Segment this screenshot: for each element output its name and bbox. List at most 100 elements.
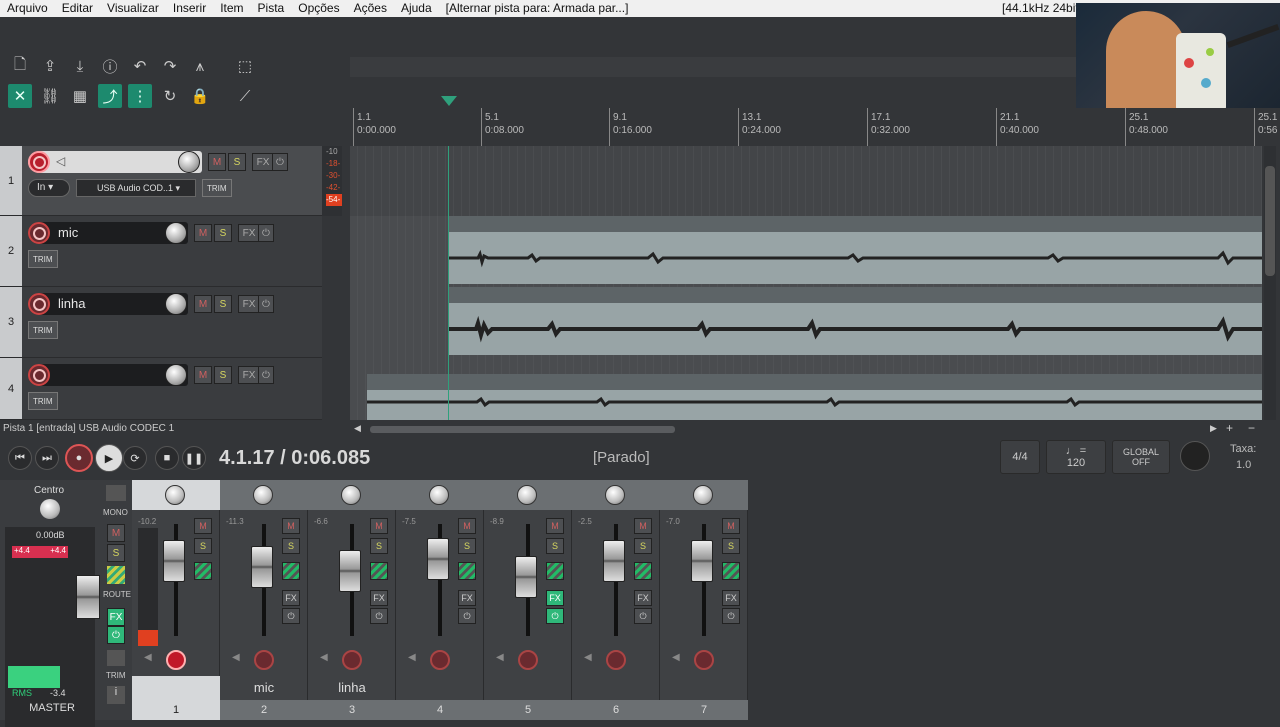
record-arm-button[interactable] — [254, 650, 274, 670]
volume-fader[interactable] — [339, 550, 361, 592]
record-arm-button[interactable] — [28, 222, 50, 244]
strip-name[interactable] — [132, 676, 220, 700]
rate-knob[interactable] — [1180, 441, 1210, 471]
redo-icon[interactable]: ↷ — [158, 54, 182, 78]
menu-item[interactable]: Item — [213, 0, 250, 17]
volume-fader[interactable] — [251, 546, 273, 588]
record-arm-button[interactable] — [518, 650, 538, 670]
go-to-start-button[interactable]: ⏮ — [8, 446, 32, 470]
pan-knob[interactable] — [517, 485, 537, 505]
crossfade-icon[interactable]: ⟋ — [233, 84, 257, 108]
go-to-end-button[interactable]: ⏭ — [35, 446, 59, 470]
track-header-1[interactable]: 1 ◁ M S FX ⏻ In ▾ USB Audio COD..1 ▾ TRI… — [0, 146, 322, 216]
master-solo-button[interactable]: S — [107, 544, 125, 562]
strip-name[interactable]: linha — [308, 676, 396, 700]
speaker-icon[interactable]: ◀ — [584, 652, 596, 666]
time-selection-strip[interactable] — [350, 57, 1076, 77]
fx-button[interactable]: FX — [546, 590, 564, 606]
solo-button[interactable]: S — [194, 538, 212, 554]
fx-bypass-button[interactable]: ⏻ — [272, 153, 288, 171]
rate-value[interactable]: 1.0 — [1236, 459, 1251, 471]
volume-knob[interactable] — [165, 364, 187, 386]
fx-button[interactable]: FX — [252, 153, 274, 171]
track-name-field[interactable]: linha — [28, 293, 188, 315]
loop-icon[interactable]: ↻ — [158, 84, 182, 108]
menu-action-hint[interactable]: [Alternar pista para: Armada par...] — [439, 0, 636, 17]
strip-name[interactable] — [572, 676, 660, 700]
master-envelope-icon[interactable] — [107, 650, 125, 666]
mixer-strip-4[interactable]: -7.5 M S FX ⏻ ◀ 4 — [396, 480, 484, 720]
master-pan-knob[interactable] — [40, 499, 60, 519]
trim-button[interactable]: TRIM — [202, 179, 232, 197]
save-project-icon[interactable]: ⤓ — [68, 54, 92, 78]
pan-knob[interactable] — [693, 485, 713, 505]
mute-item-icon[interactable]: M — [386, 376, 398, 388]
input-device-selector[interactable]: USB Audio COD..1 ▾ — [76, 179, 196, 197]
phase-icon[interactable] — [370, 562, 388, 580]
record-arm-button[interactable] — [28, 151, 50, 173]
new-project-icon[interactable]: 🗋 — [8, 54, 32, 78]
trim-button[interactable]: TRIM — [28, 321, 58, 339]
menu-arquivo[interactable]: Arquivo — [0, 0, 55, 17]
mute-button[interactable]: M — [194, 366, 212, 384]
fx-item-icon[interactable]: FX — [482, 218, 494, 230]
lock-icon[interactable]: 🔒 — [188, 84, 212, 108]
phase-icon[interactable] — [546, 562, 564, 580]
fx-bypass-button[interactable]: ⏻ — [258, 295, 274, 313]
undo-icon[interactable]: ↶ — [128, 54, 152, 78]
solo-button[interactable]: S — [546, 538, 564, 554]
speaker-icon[interactable]: ◀ — [408, 652, 420, 666]
speaker-icon[interactable]: ◀ — [496, 652, 508, 666]
record-button[interactable]: ● — [65, 444, 93, 472]
scroll-left-icon[interactable]: ◀ — [354, 423, 361, 434]
record-arm-button[interactable] — [342, 650, 362, 670]
phase-icon[interactable] — [282, 562, 300, 580]
fx-item-icon[interactable]: FX — [482, 289, 494, 301]
volume-fader[interactable] — [691, 540, 713, 582]
strip-name[interactable] — [396, 676, 484, 700]
menu-pista[interactable]: Pista — [251, 0, 292, 17]
fx-bypass-button[interactable]: ⏻ — [722, 608, 740, 624]
scroll-right-icon[interactable]: ▶ — [1210, 423, 1217, 434]
mute-button[interactable]: M — [634, 518, 652, 534]
master-peak-indicator[interactable]: +4.4 +4.4 — [12, 546, 68, 558]
open-project-icon[interactable]: ⇪ — [38, 54, 62, 78]
solo-button[interactable]: S — [634, 538, 652, 554]
fx-item-icon[interactable]: FX — [401, 376, 413, 388]
fx-button[interactable]: FX — [458, 590, 476, 606]
playhead-marker[interactable] — [441, 96, 457, 106]
mixer-strip-2[interactable]: -11.3 M S FX ⏻ ◀ mic 2 — [220, 480, 308, 720]
mute-button[interactable]: M — [194, 295, 212, 313]
master-mono-icon[interactable] — [106, 485, 126, 501]
volume-fader[interactable] — [515, 556, 537, 598]
record-arm-button[interactable] — [28, 293, 50, 315]
strip-name[interactable] — [660, 676, 748, 700]
global-automation-button[interactable]: GLOBAL OFF — [1112, 440, 1170, 474]
master-info-icon[interactable]: i — [107, 686, 125, 704]
volume-fader[interactable] — [427, 538, 449, 580]
fx-button[interactable]: FX — [370, 590, 388, 606]
fx-button[interactable]: FX — [722, 590, 740, 606]
master-mono-label[interactable]: MONO — [103, 508, 128, 517]
play-button[interactable]: ▶ — [95, 444, 123, 472]
fx-button[interactable]: FX — [238, 366, 260, 384]
grid-toggle-icon[interactable]: ⬚ — [233, 54, 257, 78]
fx-bypass-button[interactable]: ⏻ — [258, 224, 274, 242]
mixer-strip-1[interactable]: -10.2 M S ◀ 1 — [132, 480, 220, 720]
timeline-ruler[interactable]: 1.1 0:00.000 5.1 0:08.000 9.1 0:16.000 13.1… — [350, 96, 1280, 146]
solo-button[interactable]: S — [214, 224, 232, 242]
strip-name[interactable] — [484, 676, 572, 700]
phase-icon[interactable] — [194, 562, 212, 580]
track-name-field[interactable] — [28, 364, 188, 386]
phase-icon[interactable] — [634, 562, 652, 580]
time-position[interactable]: 4.1.17 / 0:06.085 — [219, 447, 370, 470]
stop-button[interactable]: ■ — [155, 446, 179, 470]
solo-button[interactable]: S — [214, 295, 232, 313]
strip-name[interactable]: mic — [220, 676, 308, 700]
mute-button[interactable]: M — [370, 518, 388, 534]
mixer-strip-7[interactable]: -7.0 M S FX ⏻ ◀ 7 — [660, 480, 748, 720]
pan-knob[interactable] — [605, 485, 625, 505]
mute-item-icon[interactable]: M — [467, 289, 479, 301]
media-item[interactable]: ◷ M FX 01-250813_1552.wav — [448, 216, 1262, 284]
metronome-icon[interactable]: ⩚ — [188, 54, 212, 78]
